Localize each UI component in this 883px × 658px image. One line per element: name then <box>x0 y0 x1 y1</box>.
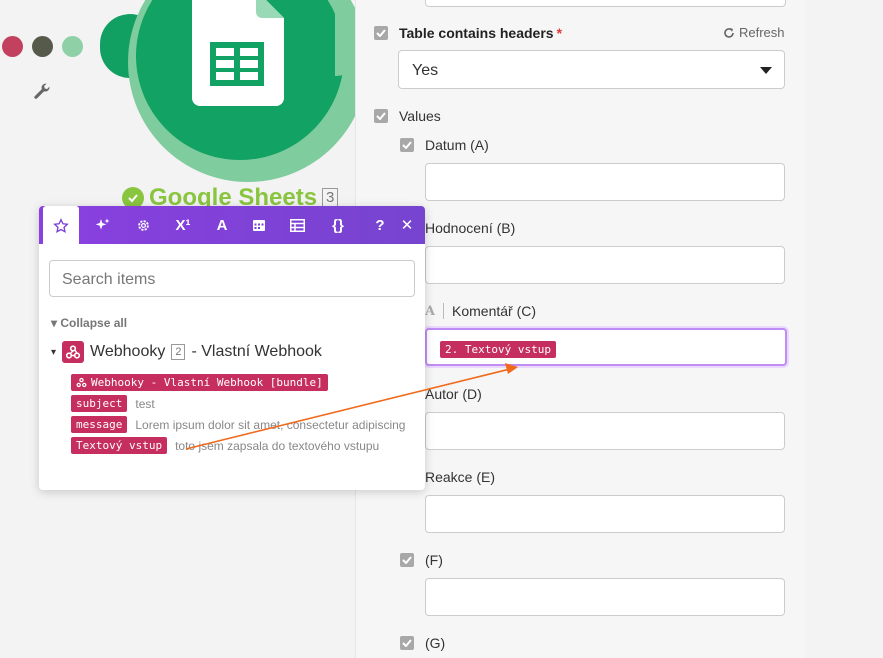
item-value: test <box>135 396 155 411</box>
field-input-autor[interactable] <box>425 412 785 450</box>
tab-favorites[interactable] <box>43 206 79 246</box>
item-key-pill[interactable]: subject <box>71 395 128 412</box>
field-label-reakce: Reakce (E) <box>425 469 496 485</box>
module-number: 3 <box>322 188 339 208</box>
tab-general-functions[interactable] <box>125 206 161 244</box>
braces-icon: {} <box>332 216 344 234</box>
field-input-f[interactable] <box>425 578 785 616</box>
color-dot-3[interactable] <box>62 36 83 57</box>
color-dot-1[interactable] <box>2 36 23 57</box>
tab-json-functions[interactable]: {} <box>320 206 356 244</box>
webhook-suffix: - Vlastní Webhook <box>191 343 322 360</box>
color-dot-2[interactable] <box>32 36 53 57</box>
gear-icon <box>137 219 149 231</box>
list-item[interactable]: Textový vstup toto jsem zapsala do texto… <box>71 437 379 454</box>
webhook-module-row[interactable]: ▾ Webhooky 2 - Vlastní Webhook <box>51 341 322 363</box>
field-label-autor: Autor (D) <box>425 386 482 402</box>
field-input-reakce[interactable] <box>425 495 785 533</box>
previous-field-input[interactable] <box>425 0 786 7</box>
google-sheets-icon <box>190 0 286 113</box>
tab-date-functions[interactable] <box>241 206 277 244</box>
wrench-icon[interactable] <box>32 82 52 107</box>
text-icon: A <box>216 216 228 234</box>
headers-select[interactable]: Yes <box>398 50 785 89</box>
tab-math-functions[interactable]: X¹ <box>165 206 201 244</box>
collapse-toggle-headers[interactable] <box>374 26 388 40</box>
chevron-down-icon <box>760 67 772 74</box>
item-key-pill[interactable]: message <box>71 416 128 433</box>
webhook-number: 2 <box>171 344 186 360</box>
tab-text-functions[interactable]: A <box>204 206 240 244</box>
webhook-icon <box>76 377 87 388</box>
item-value: toto jsem zapsala do textového vstupu <box>175 438 380 453</box>
superscript-icon: X¹ <box>175 216 191 234</box>
bundle-item[interactable]: Webhooky - Vlastní Webhook [bundle] <box>71 374 328 391</box>
item-value: Lorem ipsum dolor sit amet, consectetur … <box>135 417 406 432</box>
label-divider <box>443 303 444 319</box>
field-toggle-g[interactable] <box>400 636 414 650</box>
field-label-datum: Datum (A) <box>425 137 489 153</box>
caret-down-icon: ▾ <box>51 346 57 358</box>
refresh-button[interactable]: Refresh <box>723 25 785 40</box>
close-button[interactable]: ✕ <box>391 206 423 244</box>
field-label-hodnoceni: Hodnocení (B) <box>425 220 516 236</box>
table-icon <box>289 218 305 232</box>
list-item[interactable]: subject test <box>71 395 155 412</box>
webhook-icon <box>62 341 85 363</box>
help-icon: ? <box>375 216 385 234</box>
collapse-all-button[interactable]: ▾ Collapse all <box>51 316 127 330</box>
field-input-datum[interactable] <box>425 163 785 201</box>
collapse-toggle-values[interactable] <box>374 109 388 123</box>
field-label-komentar: Komentář (C) <box>452 303 537 319</box>
values-label: Values <box>399 108 441 124</box>
bundle-pill[interactable]: Webhooky - Vlastní Webhook [bundle] <box>71 374 328 391</box>
tab-ai[interactable] <box>85 206 121 244</box>
item-key-pill[interactable]: Textový vstup <box>71 437 168 454</box>
list-item[interactable]: message Lorem ipsum dolor sit amet, cons… <box>71 416 405 433</box>
headers-label: Table contains headers * <box>399 25 563 41</box>
search-input[interactable]: Search items <box>49 260 415 297</box>
mapping-popup: X¹ A {} ? ✕ Search items ▾ Collapse all … <box>39 206 425 490</box>
field-input-hodnoceni[interactable] <box>425 246 785 284</box>
sparkles-icon <box>95 218 110 230</box>
search-placeholder: Search items <box>62 271 156 288</box>
field-label-f: (F) <box>425 552 443 568</box>
mapped-value-pill[interactable]: 2. Textový vstup <box>440 341 556 358</box>
field-toggle-f[interactable] <box>400 553 414 567</box>
refresh-icon <box>724 27 734 38</box>
popup-toolbar: X¹ A {} ? ✕ <box>39 206 425 246</box>
field-label-g: (G) <box>425 635 446 651</box>
field-toggle-datum[interactable] <box>400 138 414 152</box>
refresh-label: Refresh <box>739 25 785 40</box>
text-type-icon: A <box>425 304 436 319</box>
webhook-name: Webhooky <box>90 343 166 360</box>
calendar-icon <box>253 220 265 231</box>
star-icon <box>53 218 69 234</box>
close-icon: ✕ <box>400 217 414 234</box>
headers-select-value: Yes <box>412 62 439 79</box>
tab-array-functions[interactable] <box>279 206 315 244</box>
